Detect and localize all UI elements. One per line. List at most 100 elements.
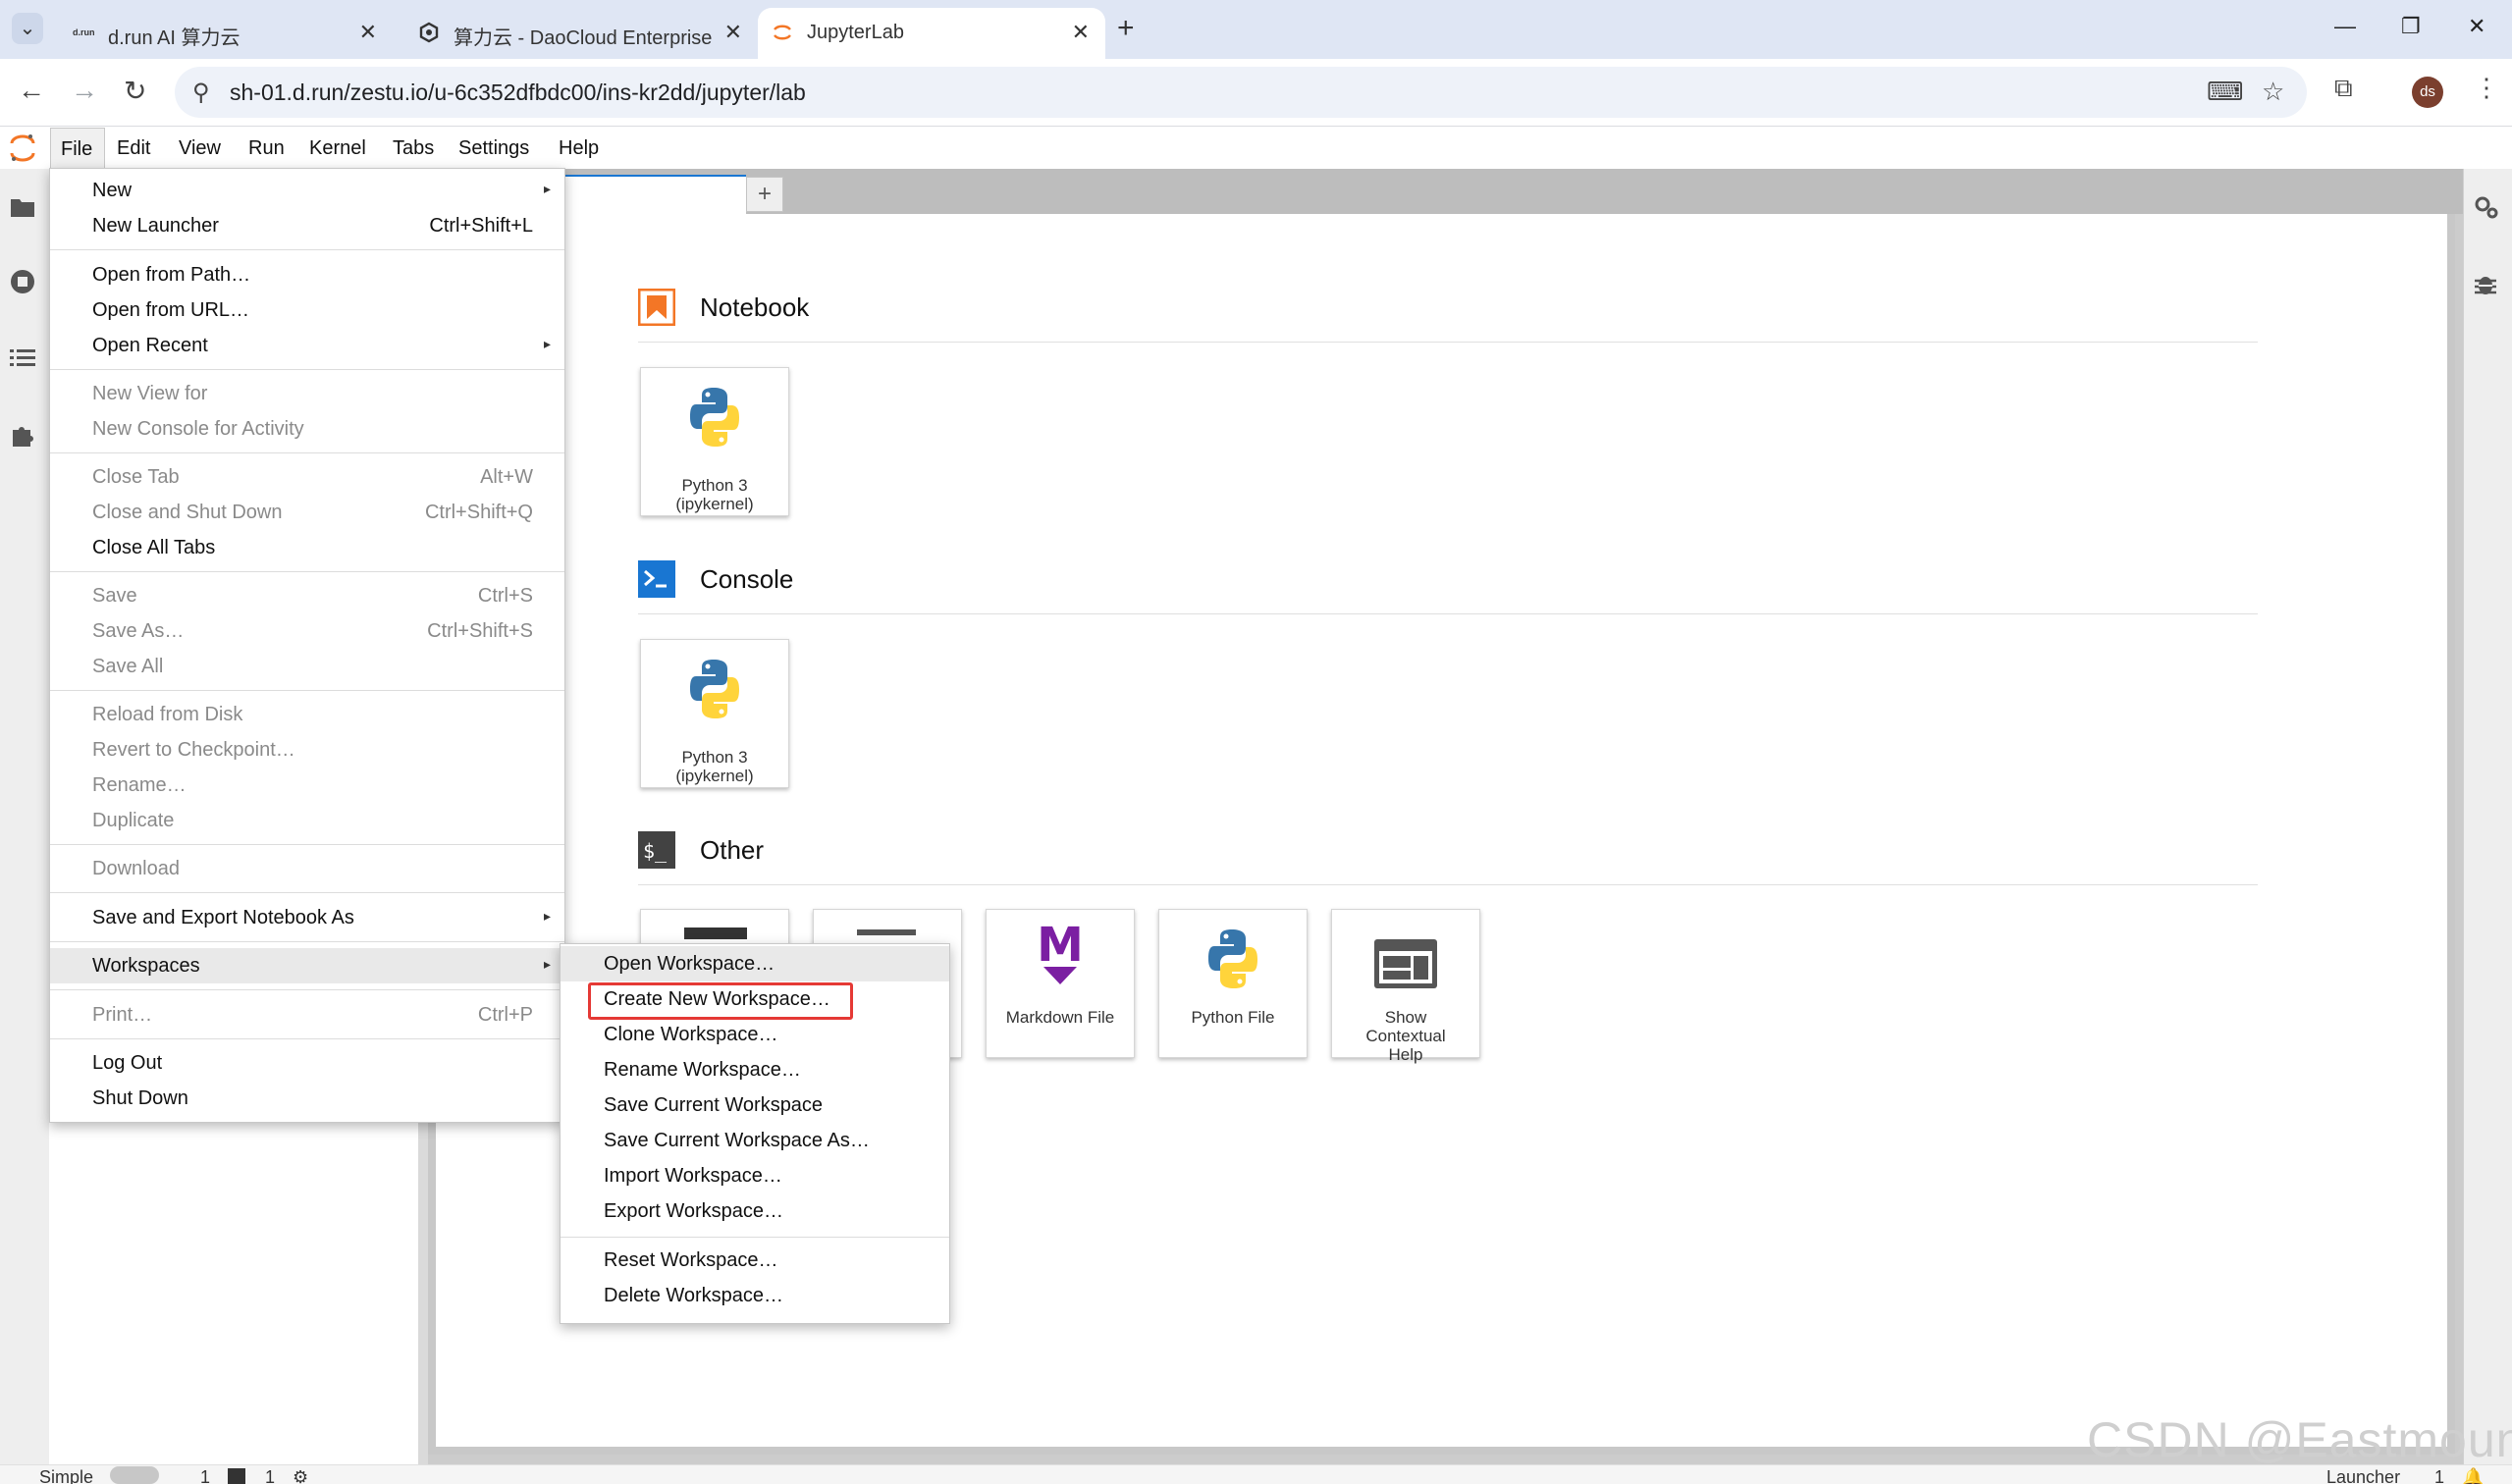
menu-item-workspaces[interactable]: Workspaces ▸ — [50, 948, 564, 983]
menu-item-reload-from-disk[interactable]: Reload from Disk — [50, 697, 564, 732]
url-text[interactable]: sh-01.d.run/zestu.io/u-6c352dfbdc00/ins-… — [230, 80, 806, 106]
close-tab-icon[interactable]: ✕ — [724, 20, 742, 45]
menu-settings[interactable]: Settings — [449, 128, 539, 169]
minimize-icon[interactable]: — — [2334, 14, 2356, 39]
menu-item-clone-workspace[interactable]: Clone Workspace… — [561, 1017, 949, 1052]
menu-item-save-current-workspace[interactable]: Save Current Workspace — [561, 1087, 949, 1123]
menu-item-import-workspace[interactable]: Import Workspace… — [561, 1158, 949, 1193]
launcher-card-notebook-python3[interactable]: Python 3 (ipykernel) — [640, 367, 789, 516]
menu-item-export-workspace[interactable]: Export Workspace… — [561, 1193, 949, 1229]
menu-item-rename[interactable]: Rename… — [50, 768, 564, 803]
table-of-contents-icon[interactable] — [10, 345, 35, 376]
menu-separator — [561, 1237, 949, 1238]
menu-item-label: Close All Tabs — [92, 537, 216, 558]
profile-avatar[interactable]: ds — [2412, 77, 2443, 108]
new-tab-plus-icon[interactable]: + — [1117, 12, 1135, 45]
site-info-icon[interactable]: ⚲ — [192, 79, 210, 107]
menu-item-duplicate[interactable]: Duplicate — [50, 803, 564, 838]
menu-item-save-and-export[interactable]: Save and Export Notebook As ▸ — [50, 900, 564, 935]
main-tabbar: + — [428, 169, 2463, 216]
menu-item-open-workspace[interactable]: Open Workspace… — [561, 946, 949, 981]
menu-item-save-current-workspace-as[interactable]: Save Current Workspace As… — [561, 1123, 949, 1158]
menu-item-revert-to-checkpoint[interactable]: Revert to Checkpoint… — [50, 732, 564, 768]
launcher-card-markdown-file[interactable]: M Markdown File — [986, 909, 1135, 1058]
section-title: Console — [700, 564, 794, 594]
jupyter-menubar: File Edit View Run Kernel Tabs Settings … — [0, 128, 2512, 170]
menu-run[interactable]: Run — [239, 128, 294, 169]
menu-item-save-all[interactable]: Save All — [50, 649, 564, 684]
menu-item-label: Open Recent — [92, 335, 208, 356]
menu-item-label: Import Workspace… — [604, 1165, 782, 1187]
launcher-card-python-file[interactable]: Python File — [1158, 909, 1308, 1058]
menu-edit[interactable]: Edit — [107, 128, 160, 169]
browser-tab-daocloud[interactable]: 算力云 - DaoCloud Enterprise ✕ — [404, 8, 758, 59]
menu-item-download[interactable]: Download — [50, 851, 564, 886]
menu-item-label: Open Workspace… — [604, 953, 775, 975]
translate-icon[interactable]: ⌨ — [2207, 77, 2244, 107]
close-tab-icon[interactable]: ✕ — [1072, 20, 1090, 45]
menu-item-open-recent[interactable]: Open Recent ▸ — [50, 328, 564, 363]
menu-item-log-out[interactable]: Log Out — [50, 1045, 564, 1081]
menu-item-new[interactable]: New ▸ — [50, 173, 564, 208]
tab-search-chevron-icon[interactable]: ⌄ — [12, 13, 43, 44]
notification-bell-icon[interactable]: 🔔 — [2462, 1467, 2484, 1484]
menu-item-label: Reload from Disk — [92, 704, 243, 725]
menu-item-reset-workspace[interactable]: Reset Workspace… — [561, 1243, 949, 1278]
menu-separator — [50, 844, 564, 845]
forward-arrow-icon[interactable]: → — [71, 75, 98, 106]
launcher-card-contextual-help[interactable]: Show Contextual Help — [1331, 909, 1480, 1064]
menu-item-save-as[interactable]: Save As… Ctrl+Shift+S — [50, 613, 564, 649]
menu-item-rename-workspace[interactable]: Rename Workspace… — [561, 1052, 949, 1087]
close-window-icon[interactable]: ✕ — [2468, 14, 2485, 39]
address-bar[interactable]: ⚲ sh-01.d.run/zestu.io/u-6c352dfbdc00/in… — [175, 67, 2307, 118]
property-inspector-gears-icon[interactable] — [2474, 194, 2499, 227]
menu-item-shortcut: Ctrl+Shift+Q — [424, 502, 533, 523]
back-arrow-icon[interactable]: ← — [18, 75, 45, 106]
menu-separator — [50, 690, 564, 691]
menu-kernel[interactable]: Kernel — [299, 128, 376, 169]
extensions-puzzle-icon[interactable]: ⧉ — [2334, 73, 2353, 104]
add-launcher-plus-icon[interactable]: + — [746, 177, 783, 212]
launcher-card-console-python3[interactable]: Python 3 (ipykernel) — [640, 639, 789, 788]
menu-item-label: Shut Down — [92, 1087, 188, 1109]
section-divider — [638, 342, 2258, 343]
menu-tabs[interactable]: Tabs — [383, 128, 444, 169]
simple-mode-toggle[interactable] — [110, 1466, 159, 1484]
jupyter-logo-icon — [9, 133, 36, 170]
jupyter-favicon-icon — [772, 22, 793, 43]
menu-item-new-view[interactable]: New View for — [50, 376, 564, 411]
debugger-bug-icon[interactable] — [2474, 271, 2497, 303]
card-label: Python File — [1191, 1008, 1275, 1027]
menu-view[interactable]: View — [169, 128, 231, 169]
menu-item-shut-down[interactable]: Shut Down — [50, 1081, 564, 1116]
restore-window-icon[interactable]: ❐ — [2401, 14, 2421, 39]
menu-file[interactable]: File — [50, 128, 105, 169]
menu-item-new-launcher[interactable]: New Launcher Ctrl+Shift+L — [50, 208, 564, 243]
menu-item-new-console[interactable]: New Console for Activity — [50, 411, 564, 447]
menu-item-open-from-path[interactable]: Open from Path… — [50, 257, 564, 292]
menu-item-label: Revert to Checkpoint… — [92, 739, 295, 761]
menu-item-delete-workspace[interactable]: Delete Workspace… — [561, 1278, 949, 1313]
close-tab-icon[interactable]: ✕ — [359, 20, 377, 45]
menu-separator — [50, 452, 564, 453]
folder-icon[interactable] — [10, 194, 35, 225]
menu-item-save[interactable]: Save Ctrl+S — [50, 578, 564, 613]
menu-item-open-from-url[interactable]: Open from URL… — [50, 292, 564, 328]
browser-tab-jupyterlab[interactable]: JupyterLab ✕ — [758, 8, 1105, 59]
menu-item-close-tab[interactable]: Close Tab Alt+W — [50, 459, 564, 495]
annotation-highlight-box — [588, 982, 853, 1020]
submenu-arrow-icon: ▸ — [543, 181, 551, 196]
menu-item-close-all-tabs[interactable]: Close All Tabs — [50, 530, 564, 565]
extension-manager-icon[interactable] — [10, 422, 35, 454]
browser-tab-drun[interactable]: d.run d.run AI 算力云 ✕ — [59, 8, 393, 59]
bookmark-star-icon[interactable]: ☆ — [2262, 77, 2284, 107]
running-sessions-icon[interactable] — [10, 269, 35, 301]
menu-separator — [50, 892, 564, 893]
menu-item-close-and-shut-down[interactable]: Close and Shut Down Ctrl+Shift+Q — [50, 495, 564, 530]
simple-mode-label: Simple — [39, 1467, 94, 1484]
menu-help[interactable]: Help — [549, 128, 609, 169]
menu-item-print[interactable]: Print… Ctrl+P — [50, 997, 564, 1033]
python-icon — [641, 650, 788, 726]
browser-menu-kebab-icon[interactable]: ⋮ — [2474, 73, 2499, 103]
reload-icon[interactable]: ↻ — [124, 75, 146, 107]
